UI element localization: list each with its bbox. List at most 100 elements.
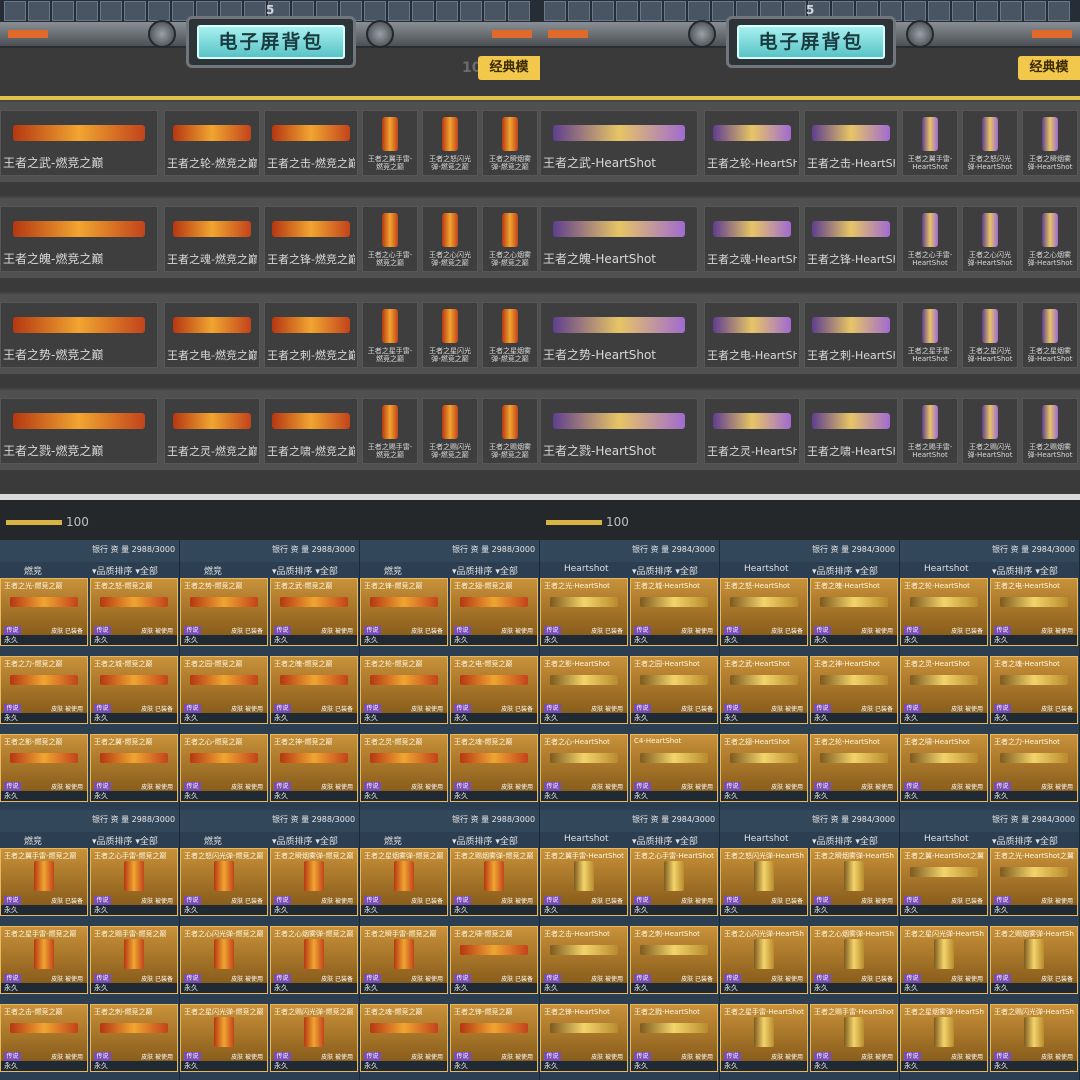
inventory-item[interactable]: 王者之力-HeartShot 传说 皮肤 被使用 永久: [990, 734, 1078, 802]
inventory-item[interactable]: 王者之星烟雾弹-HeartShot 传说 皮肤 被使用 永久: [900, 1004, 988, 1072]
weapon-slot[interactable]: 王者之灵-HeartShot: [704, 398, 800, 464]
inventory-item[interactable]: 王者之星烟雾弹-燃竞之巅 传说 皮肤 已装备 永久: [360, 848, 448, 916]
weapon-slot[interactable]: 王者之瞬烟雾弹-HeartShot: [1022, 110, 1078, 176]
sort-filter[interactable]: ▾品质排序 ▾全部: [452, 564, 518, 577]
weapon-slot[interactable]: 王者之轮-燃竞之巅: [164, 110, 260, 176]
inventory-item[interactable]: 王者之怒-HeartShot 传说 皮肤 已装备 永久: [720, 578, 808, 646]
inventory-item[interactable]: 王者之啸-燃竞之巅 传说 皮肤 已装备 永久: [450, 926, 538, 994]
weapon-slot[interactable]: 王者之怒闪光弹-燃竞之巅: [422, 110, 478, 176]
inventory-item[interactable]: 王者之电-HeartShot 传说 皮肤 被使用 永久: [990, 578, 1078, 646]
weapon-slot[interactable]: 王者之刺-燃竞之巅: [264, 302, 358, 368]
sort-filter[interactable]: ▾品质排序 ▾全部: [272, 834, 338, 847]
weapon-slot[interactable]: 王者之赐手雷-燃竞之巅: [362, 398, 418, 464]
inventory-item[interactable]: 王者之心闪光弹-HeartShot 传说 皮肤 被使用 永久: [720, 926, 808, 994]
weapon-slot[interactable]: 王者之戮-HeartShot: [540, 398, 698, 464]
weapon-slot[interactable]: 王者之击-HeartShot: [804, 110, 898, 176]
weapon-slot[interactable]: 王者之赐烟雾弹-HeartShot: [1022, 398, 1078, 464]
inventory-item[interactable]: 王者之击-HeartShot 传说 皮肤 被使用 永久: [540, 926, 628, 994]
weapon-slot[interactable]: 王者之心闪光弹-HeartShot: [962, 206, 1018, 272]
sort-filter[interactable]: ▾品质排序 ▾全部: [272, 564, 338, 577]
inventory-item[interactable]: 王者之翅-HeartShot 传说 皮肤 被使用 永久: [720, 734, 808, 802]
sort-filter[interactable]: ▾品质排序 ▾全部: [992, 834, 1058, 847]
inventory-item[interactable]: 王者之怒闪光弹-燃竞之巅 传说 皮肤 已装备 永久: [180, 848, 268, 916]
inventory-item[interactable]: 王者之心烟雾弹-燃竞之巅 传说 皮肤 已装备 永久: [270, 926, 358, 994]
weapon-slot[interactable]: 王者之赐闪光弹-HeartShot: [962, 398, 1018, 464]
inventory-item[interactable]: 王者之武-燃竞之巅 传说 皮肤 被使用 永久: [270, 578, 358, 646]
weapon-slot[interactable]: 王者之心烟雾弹-燃竞之巅: [482, 206, 538, 272]
sort-filter[interactable]: ▾品质排序 ▾全部: [92, 834, 158, 847]
weapon-slot[interactable]: 王者之灵-燃竞之巅: [164, 398, 260, 464]
inventory-item[interactable]: 王者之神-HeartShot 传说 皮肤 已装备 永久: [810, 656, 898, 724]
inventory-item[interactable]: 王者之赐手雷-HeartShot 传说 皮肤 被使用 永久: [810, 1004, 898, 1072]
inventory-item[interactable]: 王者之赐闪光弹-燃竞之巅 传说 皮肤 被使用 永久: [270, 1004, 358, 1072]
sort-filter[interactable]: ▾品质排序 ▾全部: [452, 834, 518, 847]
inventory-item[interactable]: 王者之园-燃竞之巅 传说 皮肤 被使用 永久: [180, 656, 268, 724]
weapon-slot[interactable]: 王者之武-燃竞之巅: [0, 110, 158, 176]
sort-filter[interactable]: ▾品质排序 ▾全部: [992, 564, 1058, 577]
weapon-slot[interactable]: 王者之心手雷-HeartShot: [902, 206, 958, 272]
inventory-item[interactable]: 王者之击-燃竞之巅 传说 皮肤 被使用 永久: [0, 1004, 88, 1072]
inventory-item[interactable]: 王者之轮-HeartShot 传说 皮肤 已装备 永久: [900, 578, 988, 646]
inventory-item[interactable]: 王者之力-燃竞之巅 传说 皮肤 被使用 永久: [0, 656, 88, 724]
sort-filter[interactable]: ▾品质排序 ▾全部: [632, 834, 698, 847]
inventory-item[interactable]: 王者之城-燃竞之巅 传说 皮肤 已装备 永久: [90, 656, 178, 724]
weapon-slot[interactable]: 王者之魂-燃竞之巅: [164, 206, 260, 272]
sort-filter[interactable]: ▾品质排序 ▾全部: [632, 564, 698, 577]
inventory-item[interactable]: 王者之电-燃竞之巅 传说 皮肤 已装备 永久: [450, 656, 538, 724]
inventory-item[interactable]: 王者之星手雷-燃竞之巅 传说 皮肤 被使用 永久: [0, 926, 88, 994]
inventory-item[interactable]: 王者之轮-燃竞之巅 传说 皮肤 被使用 永久: [360, 656, 448, 724]
weapon-slot[interactable]: 王者之轮-HeartShot: [704, 110, 800, 176]
inventory-item[interactable]: 王者之城-HeartShot 传说 皮肤 被使用 永久: [630, 578, 718, 646]
inventory-item[interactable]: 王者之星手雷-HeartShot 传说 皮肤 被使用 永久: [720, 1004, 808, 1072]
inventory-item[interactable]: 王者之瞬烟雾弹-HeartShot 传说 皮肤 被使用 永久: [810, 848, 898, 916]
weapon-slot[interactable]: 王者之武-HeartShot: [540, 110, 698, 176]
weapon-slot[interactable]: 王者之击-燃竞之巅: [264, 110, 358, 176]
weapon-slot[interactable]: 王者之魄-HeartShot: [540, 206, 698, 272]
sort-filter[interactable]: ▾品质排序 ▾全部: [812, 564, 878, 577]
inventory-item[interactable]: 王者之轮-HeartShot 传说 皮肤 被使用 永久: [810, 734, 898, 802]
weapon-slot[interactable]: 王者之星手雷-燃竞之巅: [362, 302, 418, 368]
weapon-slot[interactable]: 王者之电-HeartShot: [704, 302, 800, 368]
weapon-slot[interactable]: 王者之心烟雾弹-HeartShot: [1022, 206, 1078, 272]
inventory-item[interactable]: 王者之翼-HeartShot之翼 传说 皮肤 已装备 永久: [900, 848, 988, 916]
inventory-item[interactable]: 王者之啸-HeartShot 传说 皮肤 被使用 永久: [900, 734, 988, 802]
weapon-slot[interactable]: 王者之势-燃竞之巅: [0, 302, 158, 368]
weapon-slot[interactable]: 王者之瞬烟雾弹-燃竞之巅: [482, 110, 538, 176]
weapon-slot[interactable]: 王者之赐闪光弹-燃竞之巅: [422, 398, 478, 464]
inventory-item[interactable]: 王者之锋-燃竞之巅 传说 皮肤 被使用 永久: [450, 1004, 538, 1072]
inventory-item[interactable]: 王者之影-HeartShot 传说 皮肤 被使用 永久: [540, 656, 628, 724]
weapon-slot[interactable]: 王者之锋-燃竞之巅: [264, 206, 358, 272]
mode-tab[interactable]: 经典模: [478, 56, 540, 80]
inventory-item[interactable]: 王者之翼手雷-HeartShot 传说 皮肤 已装备 永久: [540, 848, 628, 916]
weapon-slot[interactable]: 王者之星闪光弹-燃竞之巅: [422, 302, 478, 368]
inventory-item[interactable]: 王者之心闪光弹-燃竞之巅 传说 皮肤 被使用 永久: [180, 926, 268, 994]
inventory-item[interactable]: 王者之赐手雷-燃竞之巅 传说 皮肤 已装备 永久: [90, 926, 178, 994]
weapon-slot[interactable]: 王者之啸-燃竞之巅: [264, 398, 358, 464]
inventory-item[interactable]: 王者之翅-燃竞之巅 传说 皮肤 被使用 永久: [450, 578, 538, 646]
weapon-slot[interactable]: 王者之星烟雾弹-HeartShot: [1022, 302, 1078, 368]
inventory-item[interactable]: 王者之心-燃竞之巅 传说 皮肤 被使用 永久: [180, 734, 268, 802]
weapon-slot[interactable]: 王者之星手雷-HeartShot: [902, 302, 958, 368]
weapon-slot[interactable]: 王者之心闪光弹-燃竞之巅: [422, 206, 478, 272]
inventory-item[interactable]: 王者之赐闪光弹-HeartShot 传说 皮肤 被使用 永久: [990, 1004, 1078, 1072]
inventory-item[interactable]: 王者之星闪光弹-燃竞之巅 传说 皮肤 被使用 永久: [180, 1004, 268, 1072]
inventory-item[interactable]: 王者之心烟雾弹-HeartShot 传说 皮肤 已装备 永久: [810, 926, 898, 994]
inventory-item[interactable]: 王者之魄-HeartShot 传说 皮肤 被使用 永久: [810, 578, 898, 646]
inventory-item[interactable]: 王者之心手雷-HeartShot 传说 皮肤 被使用 永久: [630, 848, 718, 916]
weapon-slot[interactable]: 王者之赐烟雾弹-燃竞之巅: [482, 398, 538, 464]
inventory-item[interactable]: 王者之怒-燃竞之巅 传说 皮肤 被使用 永久: [90, 578, 178, 646]
weapon-slot[interactable]: 王者之电-燃竞之巅: [164, 302, 260, 368]
weapon-slot[interactable]: 王者之心手雷-燃竞之巅: [362, 206, 418, 272]
weapon-slot[interactable]: 王者之戮-燃竞之巅: [0, 398, 158, 464]
sort-filter[interactable]: ▾品质排序 ▾全部: [92, 564, 158, 577]
weapon-slot[interactable]: 王者之怒闪光弹-HeartShot: [962, 110, 1018, 176]
inventory-item[interactable]: 王者之影-燃竞之巅 传说 皮肤 被使用 永久: [0, 734, 88, 802]
inventory-item[interactable]: 王者之灵-燃竞之巅 传说 皮肤 被使用 永久: [360, 734, 448, 802]
inventory-item[interactable]: 王者之光-HeartShot之翼 传说 皮肤 被使用 永久: [990, 848, 1078, 916]
weapon-slot[interactable]: 王者之魂-HeartShot: [704, 206, 800, 272]
mode-tab[interactable]: 经典模: [1018, 56, 1080, 80]
weapon-slot[interactable]: 王者之翼手雷-燃竞之巅: [362, 110, 418, 176]
inventory-item[interactable]: 王者之魂-燃竞之巅 传说 皮肤 被使用 永久: [360, 1004, 448, 1072]
weapon-slot[interactable]: 王者之星闪光弹-HeartShot: [962, 302, 1018, 368]
inventory-item[interactable]: 王者之园-HeartShot 传说 皮肤 已装备 永久: [630, 656, 718, 724]
